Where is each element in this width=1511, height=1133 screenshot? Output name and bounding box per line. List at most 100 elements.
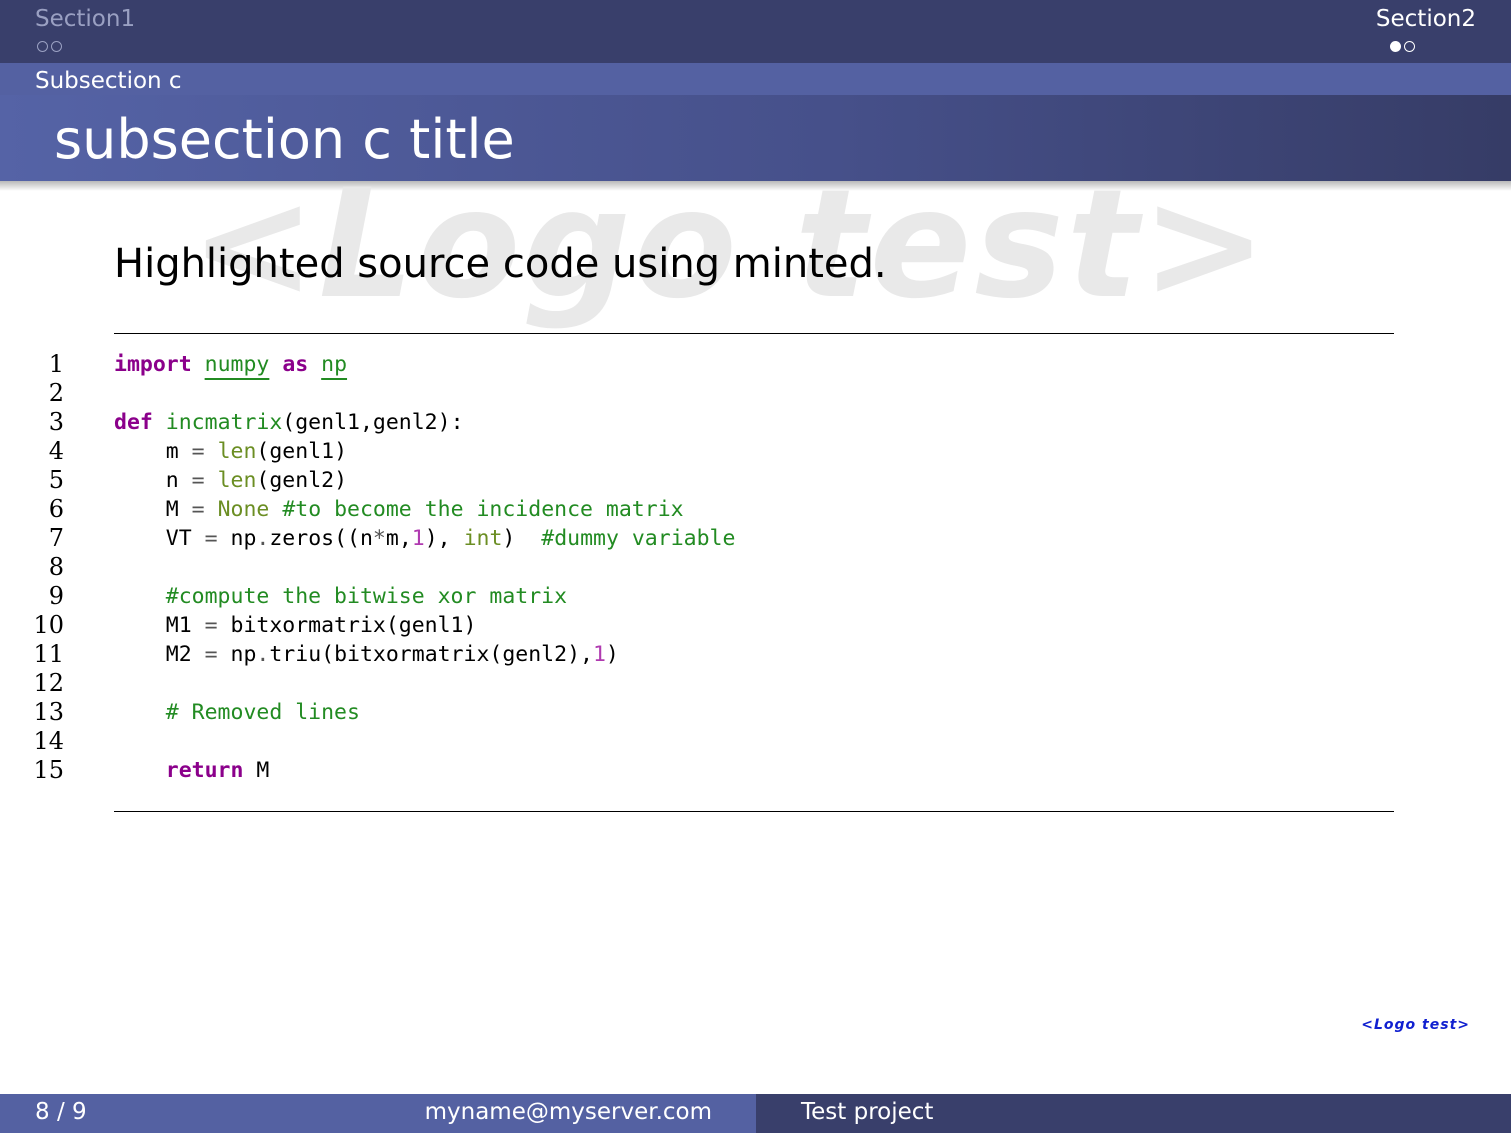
code-token: np [217,642,257,667]
current-frame-dot[interactable] [1390,41,1401,52]
code-token: len [217,468,257,493]
code-text: VT = np.zeros((n*m,1), int) #dummy varia… [114,524,736,553]
frame-dot[interactable] [1404,41,1415,52]
code-token: def [114,410,153,435]
code-token: (genl1,genl2): [282,410,464,435]
nav-section1-link[interactable]: Section1 [35,6,135,32]
code-token: import [114,352,192,377]
code-text: import numpy as np [114,350,347,379]
code-token: numpy [204,352,270,377]
code-line: 6 M = None #to become the incidence matr… [0,495,1511,524]
line-number: 4 [48,437,64,465]
slide-heading: Highlighted source code using minted. [114,241,887,287]
line-number: 3 [48,408,64,436]
code-text: M2 = np.triu(bitxormatrix(genl2),1) [114,640,619,669]
code-bottom-rule [114,811,1394,812]
footer-right: Test project [756,1094,1511,1133]
code-token: = [204,613,218,638]
code-token: . [256,526,270,551]
code-token: n [114,468,192,493]
line-number: 14 [33,727,64,755]
code-line: 9 #compute the bitwise xor matrix [0,582,1511,611]
code-token: ) [605,642,619,667]
line-number: 9 [48,582,64,610]
code-token: triu(bitxormatrix(genl2), [269,642,593,667]
line-number: 7 [48,524,64,552]
subsection-label[interactable]: Subsection c [35,68,182,94]
code-line: 5 n = len(genl2) [0,466,1511,495]
code-line: 2 [0,379,1511,408]
line-number: 2 [48,379,64,407]
section1-frame-dots [37,41,62,52]
code-line: 12 [0,669,1511,698]
code-line: 13 # Removed lines [0,698,1511,727]
code-text: M = None #to become the incidence matrix [114,495,684,524]
code-token: m, [385,526,412,551]
code-token: 1 [592,642,606,667]
code-token: = [191,439,205,464]
code-token: #compute the bitwise xor matrix [165,584,568,609]
code-token: = [204,526,218,551]
code-text: m = len(genl1) [114,437,347,466]
code-text: M1 = bitxormatrix(genl1) [114,611,477,640]
section-navigation-bar: Section1 Section2 [0,0,1511,63]
code-token: M [114,497,192,522]
code-token: M [243,758,270,783]
code-token: = [191,468,205,493]
code-token: 1 [411,526,425,551]
code-text: def incmatrix(genl1,genl2): [114,408,464,437]
line-number: 5 [48,466,64,494]
footer-project-title: Test project [801,1099,934,1125]
code-token: ), [424,526,464,551]
code-line: 10 M1 = bitxormatrix(genl1) [0,611,1511,640]
line-number: 10 [33,611,64,639]
nav-section2-link[interactable]: Section2 [1376,6,1476,32]
line-number: 8 [48,553,64,581]
code-line: 4 m = len(genl1) [0,437,1511,466]
code-token: np [321,352,348,377]
line-number: 15 [33,756,64,784]
code-line: 14 [0,727,1511,756]
code-text: # Removed lines [114,698,360,727]
code-token: #dummy variable [541,526,736,551]
frame-dot[interactable] [37,41,48,52]
line-number: 13 [33,698,64,726]
line-number: 6 [48,495,64,523]
code-line: 7 VT = np.zeros((n*m,1), int) #dummy var… [0,524,1511,553]
code-line: 11 M2 = np.triu(bitxormatrix(genl2),1) [0,640,1511,669]
code-token: incmatrix [165,410,283,435]
code-token: * [372,526,386,551]
code-text: #compute the bitwise xor matrix [114,582,567,611]
code-line: 3 def incmatrix(genl1,genl2): [0,408,1511,437]
logo-small: <Logo test> [1361,1017,1470,1033]
code-token: #to become the incidence matrix [282,497,684,522]
code-line: 1 import numpy as np [0,350,1511,379]
code-line: 15 return M [0,756,1511,785]
footer-email: myname@myserver.com [424,1099,712,1125]
code-token: None [217,497,270,522]
code-token: VT [114,526,205,551]
code-top-rule [114,333,1394,334]
line-number: 11 [33,640,64,668]
code-token: as [282,352,309,377]
code-token: # Removed lines [165,700,360,725]
frame-dot[interactable] [51,41,62,52]
footer-left: 8 / 9 myname@myserver.com [0,1094,756,1133]
code-token: int [463,526,503,551]
code-line: 8 [0,553,1511,582]
code-token: ) [502,526,542,551]
code-token: (genl2) [256,468,348,493]
section2-frame-dots [1390,41,1415,52]
subsection-bar: Subsection c [0,63,1511,95]
code-text: return M [114,756,270,785]
line-number: 12 [33,669,64,697]
code-token: M1 [114,613,205,638]
code-text: n = len(genl2) [114,466,347,495]
